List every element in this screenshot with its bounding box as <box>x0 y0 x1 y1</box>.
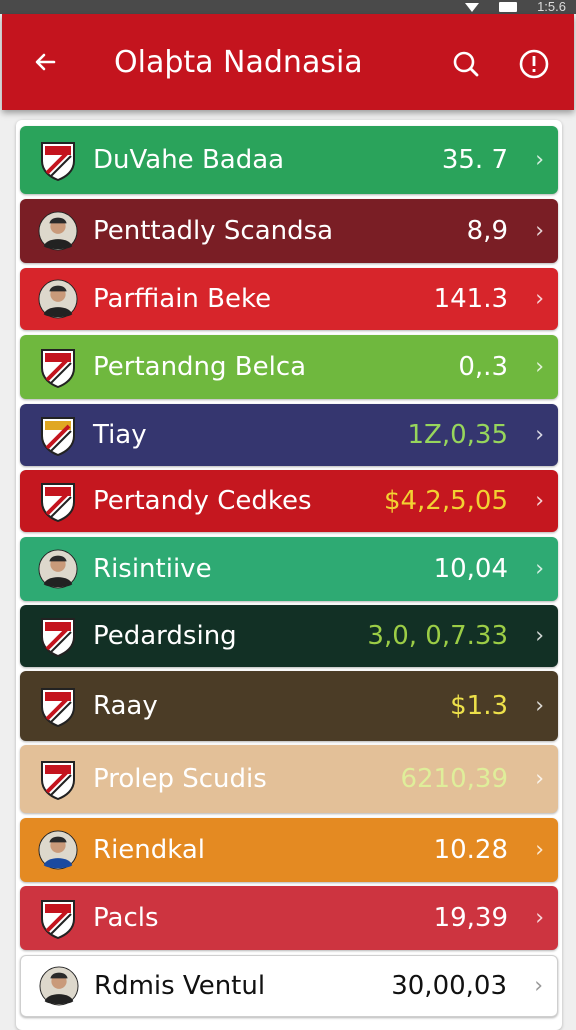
battery-icon <box>499 2 518 12</box>
player-avatar-icon <box>39 964 79 1008</box>
chevron-right-icon: › <box>535 422 544 448</box>
status-time: 1:5.6 <box>537 0 566 14</box>
club-crest-icon <box>38 479 78 523</box>
list-item[interactable]: Parffiain Beke 141.3 › <box>20 268 558 330</box>
list-item-name: Penttadly Scandsa <box>93 216 334 246</box>
arrow-left-icon <box>35 53 56 71</box>
club-crest-icon <box>38 684 78 728</box>
chevron-right-icon: › <box>535 354 544 380</box>
list-item-value: 10.28 <box>433 835 508 865</box>
list-item-name: DuVahe Badaa <box>93 145 285 175</box>
club-crest-icon <box>38 757 78 801</box>
list-item-value: 35. 7 <box>441 145 508 175</box>
chevron-right-icon: › <box>535 693 544 719</box>
page-title: Olaþta Nadnasia <box>114 45 363 80</box>
list-item[interactable]: Tiay 1Z,0,35 › <box>20 404 558 466</box>
list-item[interactable]: Penttadly Scandsa 8,9 › <box>20 199 558 263</box>
player-avatar-icon <box>38 828 78 872</box>
chevron-right-icon: › <box>535 286 544 312</box>
list-item-value: 3,0, 0,7.33 <box>367 621 508 651</box>
app-bar: Olaþta Nadnasia <box>2 14 574 110</box>
back-button[interactable] <box>28 44 64 80</box>
list-item-value: 10,04 <box>433 554 508 584</box>
club-crest-icon <box>38 138 78 182</box>
list-item[interactable]: Risintiive 10,04 › <box>20 537 558 601</box>
list-item-value: 6210,39 <box>400 764 508 794</box>
club-crest-icon <box>38 614 78 658</box>
club-crest-icon <box>38 896 78 940</box>
list-item-value: 141.3 <box>433 284 508 314</box>
list-item-value: $1.3 <box>450 691 508 721</box>
chevron-right-icon: › <box>535 837 544 863</box>
list-item[interactable]: DuVahe Badaa 35. 7 › <box>20 126 558 194</box>
list-item-name: Pertandy Cedkes <box>93 486 312 516</box>
status-bar: 1:5.6 <box>0 0 576 14</box>
club-crest-icon <box>38 413 78 457</box>
chevron-right-icon: › <box>535 218 544 244</box>
list-item[interactable]: Rdmis Ventul 30,00,03 › <box>20 955 558 1017</box>
chevron-right-icon: › <box>535 147 544 173</box>
list-item-name: Pacls <box>93 903 159 933</box>
list-item[interactable]: Pertandy Cedkes $4,2,5,05 › <box>20 470 558 532</box>
list-item-name: Tiay <box>93 420 147 450</box>
list-item-value: 8,9 <box>466 216 508 246</box>
list-item-value: $4,2,5,05 <box>383 486 508 516</box>
info-button[interactable] <box>516 46 552 82</box>
list-item-name: Prolep Scudis <box>93 764 267 794</box>
chevron-right-icon: › <box>535 556 544 582</box>
list-item[interactable]: Prolep Scudis 6210,39 › <box>20 745 558 813</box>
list-item-name: Risintiive <box>93 554 212 584</box>
chevron-right-icon: › <box>535 623 544 649</box>
list-item-name: Rdmis Ventul <box>94 971 266 1001</box>
player-avatar-icon <box>38 277 78 321</box>
list-item-name: Parffiain Beke <box>93 284 272 314</box>
list-item[interactable]: Pacls 19,39 › <box>20 886 558 950</box>
chevron-right-icon: › <box>535 766 544 792</box>
chevron-right-icon: › <box>535 488 544 514</box>
player-avatar-icon <box>38 547 78 591</box>
list-item-value: 30,00,03 <box>391 971 507 1001</box>
chevron-right-icon: › <box>535 905 544 931</box>
club-crest-icon <box>38 345 78 389</box>
list-item[interactable]: Raay $1.3 › <box>20 671 558 741</box>
list-item-name: Pedardsing <box>93 621 237 651</box>
search-icon <box>453 51 479 77</box>
list-item[interactable]: Pedardsing 3,0, 0,7.33 › <box>20 605 558 667</box>
chevron-right-icon: › <box>534 973 543 999</box>
signal-icon <box>465 2 480 12</box>
list-item-name: Pertandng Belca <box>93 352 307 382</box>
list-item-name: Riendkal <box>93 835 206 865</box>
player-avatar-icon <box>38 209 78 253</box>
list-item-value: 19,39 <box>433 903 508 933</box>
list-item-value: 0,.3 <box>458 352 508 382</box>
list-item[interactable]: Riendkal 10.28 › <box>20 818 558 882</box>
list-item[interactable]: Pertandng Belca 0,.3 › <box>20 335 558 399</box>
search-button[interactable] <box>448 46 484 82</box>
info-icon <box>519 49 549 79</box>
list-item-value: 1Z,0,35 <box>407 420 508 450</box>
list-item-name: Raay <box>93 691 158 721</box>
